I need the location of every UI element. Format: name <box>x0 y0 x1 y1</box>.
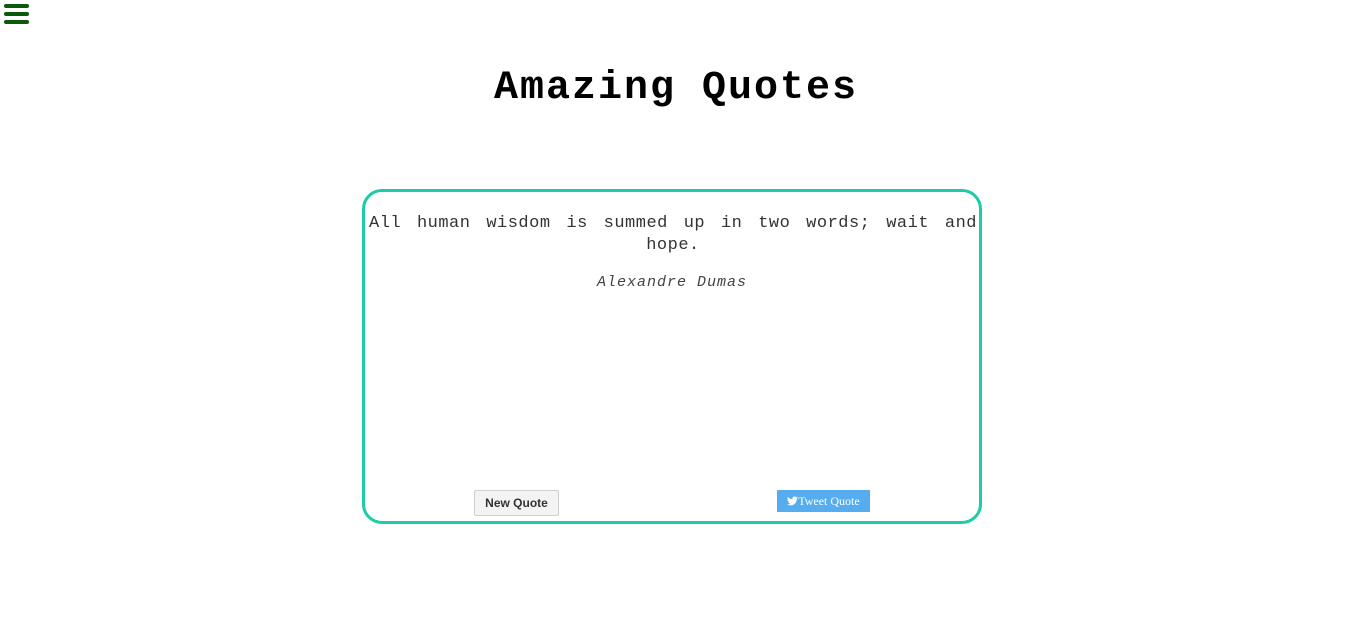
quote-author: Alexandre Dumas <box>596 274 748 291</box>
page-title: Amazing Quotes <box>493 66 859 111</box>
tweet-quote-label: Tweet Quote <box>798 494 860 508</box>
twitter-bird-icon <box>787 496 799 506</box>
new-quote-button[interactable]: New Quote <box>474 490 559 516</box>
menu-bar <box>4 12 29 16</box>
menu-bar <box>4 4 29 8</box>
hamburger-menu-icon[interactable] <box>4 3 29 25</box>
quote-card: All human wisdom is summed up in two wor… <box>362 189 982 524</box>
menu-bar <box>4 20 29 24</box>
quote-text: All human wisdom is summed up in two wor… <box>369 214 977 255</box>
tweet-quote-button[interactable]: Tweet Quote <box>777 490 870 512</box>
